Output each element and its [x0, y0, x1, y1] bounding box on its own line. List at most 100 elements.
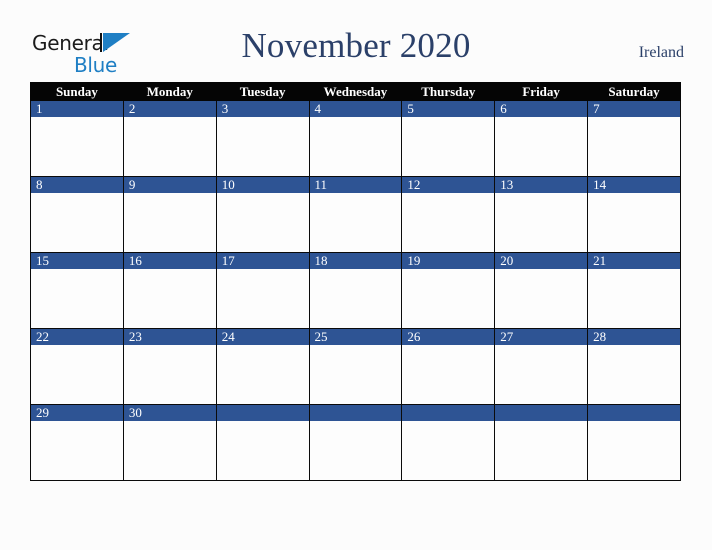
day-cell[interactable]: 19: [401, 252, 496, 329]
day-cell[interactable]: 22: [30, 328, 124, 405]
day-number: [402, 405, 495, 421]
day-cell[interactable]: 17: [215, 252, 310, 329]
day-note-area[interactable]: [123, 421, 216, 480]
day-cell[interactable]: 7: [587, 100, 681, 177]
calendar-header-row: Sunday Monday Tuesday Wednesday Thursday…: [30, 82, 681, 101]
day-cell[interactable]: 6: [494, 100, 589, 177]
day-note-area[interactable]: [216, 421, 309, 480]
day-note-area[interactable]: [402, 117, 495, 176]
day-note-area[interactable]: [31, 193, 123, 252]
day-note-area[interactable]: [402, 345, 495, 404]
day-number: 15: [31, 253, 123, 269]
weekday-header-tuesday: Tuesday: [215, 82, 310, 101]
calendar-week-row: 15 16 17 18 19 20 21: [30, 252, 681, 329]
day-note-area[interactable]: [123, 117, 216, 176]
day-cell[interactable]: 3: [215, 100, 310, 177]
day-note-area[interactable]: [31, 117, 123, 176]
weekday-header-thursday: Thursday: [401, 82, 496, 101]
day-note-area[interactable]: [31, 269, 123, 328]
day-note-area[interactable]: [588, 269, 680, 328]
day-cell[interactable]: 26: [401, 328, 496, 405]
day-note-area[interactable]: [123, 269, 216, 328]
day-cell[interactable]: 8: [30, 176, 124, 253]
day-note-area[interactable]: [495, 269, 588, 328]
day-number: 7: [588, 101, 680, 117]
day-cell-empty[interactable]: [215, 404, 310, 481]
day-cell[interactable]: 11: [308, 176, 403, 253]
day-number: 9: [123, 177, 216, 193]
day-number: 28: [588, 329, 680, 345]
day-note-area[interactable]: [495, 421, 588, 480]
day-cell[interactable]: 25: [308, 328, 403, 405]
day-number: 14: [588, 177, 680, 193]
day-note-area[interactable]: [588, 117, 680, 176]
day-cell[interactable]: 2: [122, 100, 217, 177]
day-cell-empty[interactable]: [401, 404, 496, 481]
day-cell[interactable]: 16: [122, 252, 217, 329]
day-number: 6: [495, 101, 588, 117]
day-cell[interactable]: 30: [122, 404, 217, 481]
day-cell[interactable]: 12: [401, 176, 496, 253]
day-cell[interactable]: 9: [122, 176, 217, 253]
day-number: 3: [216, 101, 309, 117]
day-number: [588, 405, 680, 421]
day-note-area[interactable]: [309, 193, 402, 252]
calendar-body: 1 2 3 4 5 6 7 8 9 10 11 12 13 14 15 16 1…: [30, 100, 681, 481]
day-note-area[interactable]: [588, 421, 680, 480]
day-cell[interactable]: 13: [494, 176, 589, 253]
day-note-area[interactable]: [588, 345, 680, 404]
day-number: [495, 405, 588, 421]
day-cell[interactable]: 27: [494, 328, 589, 405]
day-note-area[interactable]: [309, 345, 402, 404]
day-cell-empty[interactable]: [494, 404, 589, 481]
day-cell[interactable]: 24: [215, 328, 310, 405]
day-note-area[interactable]: [309, 117, 402, 176]
day-cell[interactable]: 10: [215, 176, 310, 253]
day-note-area[interactable]: [216, 269, 309, 328]
day-cell[interactable]: 5: [401, 100, 496, 177]
day-cell[interactable]: 28: [587, 328, 681, 405]
day-note-area[interactable]: [309, 421, 402, 480]
day-cell-empty[interactable]: [308, 404, 403, 481]
day-note-area[interactable]: [309, 269, 402, 328]
day-cell[interactable]: 15: [30, 252, 124, 329]
day-number: [309, 405, 402, 421]
day-number: 26: [402, 329, 495, 345]
day-note-area[interactable]: [216, 193, 309, 252]
weekday-header-wednesday: Wednesday: [308, 82, 403, 101]
day-number: 13: [495, 177, 588, 193]
calendar-week-row: 8 9 10 11 12 13 14: [30, 176, 681, 253]
day-note-area[interactable]: [216, 345, 309, 404]
day-cell[interactable]: 1: [30, 100, 124, 177]
day-number: 4: [309, 101, 402, 117]
day-note-area[interactable]: [216, 117, 309, 176]
calendar-week-row: 22 23 24 25 26 27 28: [30, 328, 681, 405]
day-number: 12: [402, 177, 495, 193]
page-title: November 2020: [241, 26, 471, 65]
calendar-week-row: 1 2 3 4 5 6 7: [30, 100, 681, 177]
day-note-area[interactable]: [588, 193, 680, 252]
day-cell[interactable]: 4: [308, 100, 403, 177]
day-cell[interactable]: 21: [587, 252, 681, 329]
day-cell[interactable]: 23: [122, 328, 217, 405]
day-note-area[interactable]: [495, 193, 588, 252]
day-note-area[interactable]: [123, 193, 216, 252]
day-number: [216, 405, 309, 421]
day-note-area[interactable]: [31, 421, 123, 480]
day-note-area[interactable]: [402, 421, 495, 480]
day-note-area[interactable]: [495, 117, 588, 176]
day-note-area[interactable]: [402, 193, 495, 252]
day-number: 30: [123, 405, 216, 421]
day-note-area[interactable]: [402, 269, 495, 328]
day-cell[interactable]: 14: [587, 176, 681, 253]
day-cell[interactable]: 18: [308, 252, 403, 329]
day-note-area[interactable]: [31, 345, 123, 404]
day-cell-empty[interactable]: [587, 404, 681, 481]
day-number: 21: [588, 253, 680, 269]
day-number: 19: [402, 253, 495, 269]
day-note-area[interactable]: [123, 345, 216, 404]
day-note-area[interactable]: [495, 345, 588, 404]
day-cell[interactable]: 20: [494, 252, 589, 329]
day-number: 17: [216, 253, 309, 269]
day-cell[interactable]: 29: [30, 404, 124, 481]
